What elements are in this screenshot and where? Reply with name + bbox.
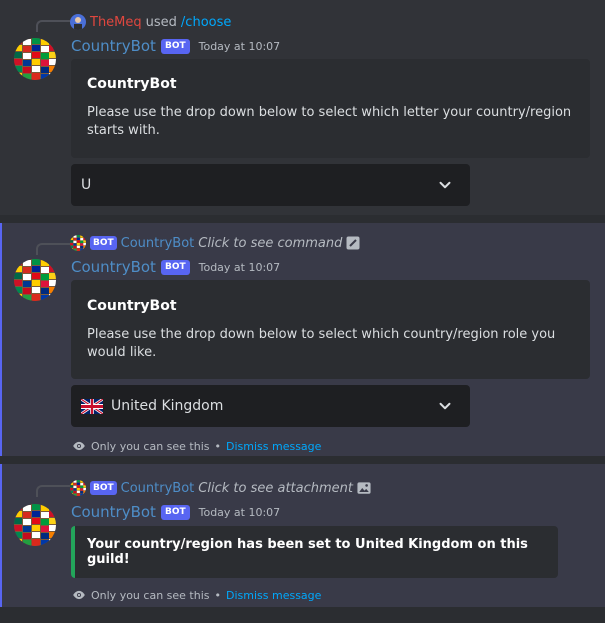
reply-bot-tag: BOT <box>90 236 117 250</box>
timestamp[interactable]: Today at 10:07 <box>199 40 281 53</box>
bot-mini-avatar-icon[interactable] <box>70 480 86 496</box>
bot-avatar[interactable] <box>14 259 56 301</box>
bot-tag: BOT <box>160 259 190 275</box>
bot-mini-avatar-icon[interactable] <box>70 235 86 251</box>
chevron-down-icon[interactable] <box>436 176 454 194</box>
letter-select-dropdown[interactable]: U <box>71 164 470 206</box>
timestamp[interactable]: Today at 10:07 <box>199 261 281 274</box>
ephemeral-note: Only you can see this • Dismiss message <box>72 588 321 602</box>
timestamp[interactable]: Today at 10:07 <box>199 506 281 519</box>
bot-avatar[interactable] <box>14 504 56 546</box>
reply-preview[interactable]: BOT CountryBot Click to see command <box>70 234 360 252</box>
uk-flag-icon <box>81 399 103 414</box>
author-name[interactable]: CountryBot <box>71 258 156 276</box>
message-separator <box>0 607 605 623</box>
user-avatar-icon[interactable] <box>70 14 86 30</box>
reply-preview[interactable]: BOT CountryBot Click to see attachment <box>70 479 371 497</box>
ephemeral-text: Only you can see this <box>91 588 210 602</box>
slash-command-icon <box>346 236 360 250</box>
message-header: CountryBot BOT Today at 10:07 <box>71 503 280 521</box>
message-2: BOT CountryBot Click to see command Coun… <box>0 223 605 456</box>
ephemeral-text: Only you can see this <box>91 439 210 453</box>
message-1: TheMeq used /choose CountryBot BOT Today… <box>0 0 605 215</box>
reply-used-text: used <box>145 14 177 30</box>
country-select-dropdown[interactable]: United Kingdom <box>71 385 470 427</box>
reply-preview[interactable]: TheMeq used /choose <box>70 13 231 31</box>
reply-username[interactable]: TheMeq <box>90 15 142 30</box>
result-embed: Your country/region has been set to Unit… <box>71 526 558 578</box>
select-value: United Kingdom <box>111 398 224 414</box>
reply-connector <box>36 243 70 255</box>
eye-icon <box>72 439 86 453</box>
bullet: • <box>214 439 222 453</box>
bot-avatar[interactable] <box>14 38 56 80</box>
message-separator <box>0 215 605 223</box>
embed-title: CountryBot <box>87 298 177 314</box>
message-3: BOT CountryBot Click to see attachment C… <box>0 464 605 607</box>
bot-tag: BOT <box>160 504 190 520</box>
reply-bot-tag: BOT <box>90 481 117 495</box>
embed-title: CountryBot <box>87 76 177 92</box>
reply-connector <box>36 485 70 497</box>
reply-bot-name[interactable]: CountryBot <box>121 236 195 251</box>
ephemeral-note: Only you can see this • Dismiss message <box>72 439 321 453</box>
bullet: • <box>214 588 222 602</box>
message-separator <box>0 456 605 464</box>
message-header: CountryBot BOT Today at 10:07 <box>71 258 280 276</box>
bot-tag: BOT <box>160 38 190 54</box>
message-header: CountryBot BOT Today at 10:07 <box>71 37 280 55</box>
embed: CountryBot Please use the drop down belo… <box>71 59 590 158</box>
dismiss-message-link[interactable]: Dismiss message <box>226 440 321 453</box>
embed-description: Please use the drop down below to select… <box>87 327 556 360</box>
embed-description: Please use the drop down below to select… <box>87 105 572 138</box>
author-name[interactable]: CountryBot <box>71 37 156 55</box>
select-value: U <box>81 177 92 193</box>
reply-command[interactable]: /choose <box>181 15 231 30</box>
reply-connector <box>36 20 70 32</box>
eye-icon <box>72 588 86 602</box>
reply-click-text[interactable]: Click to see attachment <box>198 481 353 496</box>
reply-bot-name[interactable]: CountryBot <box>121 481 195 496</box>
embed: CountryBot Please use the drop down belo… <box>71 280 590 379</box>
image-icon <box>357 481 371 495</box>
reply-click-text[interactable]: Click to see command <box>198 236 342 251</box>
author-name[interactable]: CountryBot <box>71 503 156 521</box>
dismiss-message-link[interactable]: Dismiss message <box>226 589 321 602</box>
chevron-down-icon[interactable] <box>436 397 454 415</box>
